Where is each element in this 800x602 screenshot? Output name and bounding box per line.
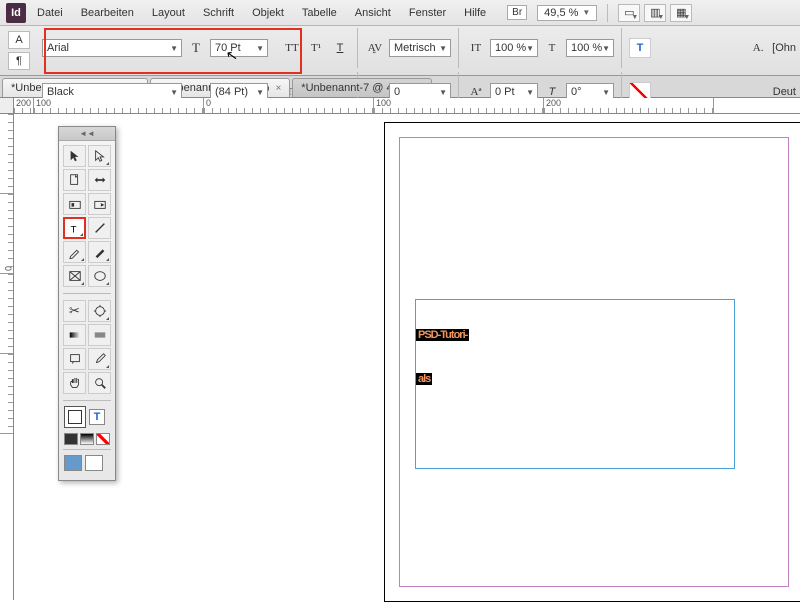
para-format-icon[interactable]: ¶ xyxy=(8,52,30,70)
apply-none-icon[interactable] xyxy=(96,433,110,445)
charstyle-label: [Ohn xyxy=(772,42,796,54)
ruler-tick: 200 xyxy=(14,98,34,113)
kerning-value: Metrisch xyxy=(394,42,436,54)
zoom-value: 49,5 % xyxy=(544,7,578,19)
line-tool[interactable] xyxy=(88,217,111,239)
zoom-combo[interactable]: 49,5 % ▼ xyxy=(537,5,597,21)
tracking-value: 0 xyxy=(394,86,400,98)
horizontal-ruler[interactable]: 200 100 0 100 200 xyxy=(14,98,800,114)
hand-tool[interactable] xyxy=(63,372,86,394)
ruler-tick: 200 xyxy=(544,98,714,113)
ruler-tick xyxy=(0,274,13,354)
leading-value: (84 Pt) xyxy=(215,86,248,98)
control-bar: A ¶ Arial▼ T 70 Pt▼ TT T¹ T A͍V Metrisch… xyxy=(0,26,800,76)
gradient-feather-tool[interactable] xyxy=(88,324,111,346)
app-logo: Id xyxy=(6,3,26,23)
formatting-text-icon[interactable]: T xyxy=(89,409,105,425)
ruler-tick: 0 xyxy=(0,194,13,274)
canvas[interactable]: PSD-Tutori- als ◄◄ T xyxy=(14,114,800,600)
tools-panel[interactable]: ◄◄ T ✂ xyxy=(58,126,116,481)
allcaps-icon[interactable]: TT xyxy=(282,39,302,57)
menu-layout[interactable]: Layout xyxy=(145,3,192,23)
font-weight-value: Black xyxy=(47,86,74,98)
menu-hilfe[interactable]: Hilfe xyxy=(457,3,493,23)
content-placer-tool[interactable] xyxy=(88,193,111,215)
page[interactable]: PSD-Tutori- als xyxy=(384,122,800,602)
menu-ansicht[interactable]: Ansicht xyxy=(348,3,398,23)
page-tool[interactable] xyxy=(63,169,86,191)
vscale-value: 100 % xyxy=(495,42,526,54)
hscale-icon: T xyxy=(542,39,562,57)
screen-mode-icon[interactable]: ▥▼ xyxy=(644,4,666,22)
gap-tool[interactable] xyxy=(88,169,111,191)
pencil-tool[interactable] xyxy=(88,241,111,263)
font-size-icon: T xyxy=(186,39,206,57)
kerning-combo[interactable]: Metrisch▼ xyxy=(389,39,451,57)
separator xyxy=(607,4,608,22)
workspace: 200 100 0 100 200 0 PSD-Tutori- als ◄◄ xyxy=(0,98,800,600)
text-line: PSD-Tutori- xyxy=(416,329,469,341)
text-frame[interactable]: PSD-Tutori- als xyxy=(415,299,735,469)
rectangle-frame-tool[interactable] xyxy=(63,265,86,287)
collapse-left-icon: ◄◄ xyxy=(79,129,95,138)
view-options-icon[interactable]: ▭▼ xyxy=(618,4,640,22)
direct-selection-tool[interactable] xyxy=(88,145,111,167)
panel-header[interactable]: ◄◄ xyxy=(59,127,115,141)
ruler-tick: 100 xyxy=(374,98,544,113)
zoom-tool[interactable] xyxy=(88,372,111,394)
selected-text[interactable]: PSD-Tutori- als xyxy=(416,300,734,388)
ruler-tick xyxy=(0,114,13,194)
normal-view-icon[interactable] xyxy=(64,455,82,471)
text-line: als xyxy=(416,373,432,385)
eyedropper-tool[interactable] xyxy=(88,348,111,370)
svg-text:T: T xyxy=(70,224,76,235)
arrange-icon[interactable]: ▦▼ xyxy=(670,4,692,22)
hscale-combo[interactable]: 100 %▼ xyxy=(566,39,614,57)
fill-stroke-swatch[interactable] xyxy=(64,406,86,428)
preview-mode-icon[interactable] xyxy=(85,455,103,471)
menu-schrift[interactable]: Schrift xyxy=(196,3,241,23)
menu-tabelle[interactable]: Tabelle xyxy=(295,3,344,23)
vscale-combo[interactable]: 100 %▼ xyxy=(490,39,538,57)
scissors-tool[interactable]: ✂ xyxy=(63,300,86,322)
gradient-swatch-tool[interactable] xyxy=(63,324,86,346)
baseline-value: 0 Pt xyxy=(495,86,515,98)
skew-value: 0° xyxy=(571,86,582,98)
ellipse-tool[interactable] xyxy=(88,265,111,287)
menubar: Id Datei Bearbeiten Layout Schrift Objek… xyxy=(0,0,800,26)
ruler-tick: 0 xyxy=(204,98,374,113)
pen-tool[interactable] xyxy=(63,241,86,263)
content-collector-tool[interactable] xyxy=(63,193,86,215)
menu-objekt[interactable]: Objekt xyxy=(245,3,291,23)
hscale-value: 100 % xyxy=(571,42,602,54)
char-fill-icon[interactable]: T xyxy=(629,38,651,58)
underline-icon[interactable]: T xyxy=(330,39,350,57)
font-family-value: Arial xyxy=(47,42,69,54)
apply-color-icon[interactable] xyxy=(64,433,78,445)
note-tool[interactable] xyxy=(63,348,86,370)
vscale-icon: IT xyxy=(466,39,486,57)
char-format-icon[interactable]: A xyxy=(8,31,30,49)
font-size-combo[interactable]: 70 Pt▼ xyxy=(210,39,268,57)
type-tool[interactable]: T xyxy=(63,217,86,239)
ruler-origin[interactable] xyxy=(0,98,14,114)
menu-datei[interactable]: Datei xyxy=(30,3,70,23)
bridge-badge[interactable]: Br xyxy=(507,5,527,20)
font-family-combo[interactable]: Arial▼ xyxy=(42,39,182,57)
selection-tool[interactable] xyxy=(63,145,86,167)
charstyle-icon: A. xyxy=(748,39,768,57)
free-transform-tool[interactable] xyxy=(88,300,111,322)
kerning-icon: A͍V xyxy=(365,39,385,57)
menu-bearbeiten[interactable]: Bearbeiten xyxy=(74,3,141,23)
superscript-icon[interactable]: T¹ xyxy=(306,39,326,57)
chevron-down-icon: ▼ xyxy=(582,8,590,17)
language-label: Deut xyxy=(773,86,796,98)
close-icon[interactable]: × xyxy=(275,83,281,94)
menu-fenster[interactable]: Fenster xyxy=(402,3,453,23)
apply-gradient-icon[interactable] xyxy=(80,433,94,445)
ruler-tick: 100 xyxy=(34,98,204,113)
vertical-ruler[interactable]: 0 xyxy=(0,114,14,600)
ruler-tick xyxy=(0,354,13,434)
